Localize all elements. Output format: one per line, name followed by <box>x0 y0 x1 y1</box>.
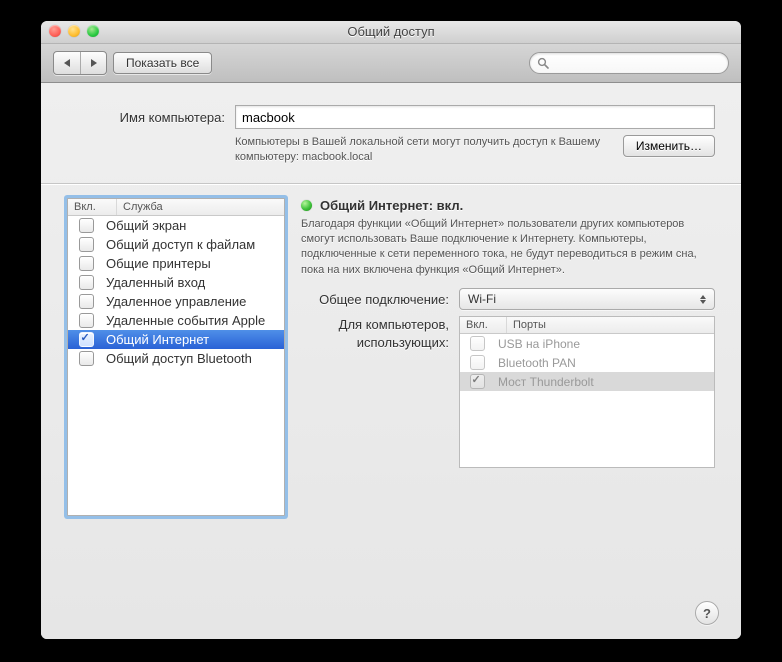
service-checkbox[interactable] <box>79 313 94 328</box>
service-row[interactable]: Общий Интернет <box>68 330 284 349</box>
service-label: Общий Интернет <box>104 332 284 347</box>
traffic-lights <box>49 25 99 37</box>
ports-table[interactable]: Вкл. Порты USB на iPhone Bluetooth PAN Мос… <box>459 316 715 468</box>
services-col-on: Вкл. <box>68 199 117 215</box>
service-checkbox[interactable] <box>79 275 94 290</box>
content: Имя компьютера: Компьютеры в Вашей локал… <box>41 83 741 639</box>
minimize-icon[interactable] <box>68 25 80 37</box>
service-row[interactable]: Удаленное управление <box>68 292 284 311</box>
port-label: Мост Thunderbolt <box>494 375 714 389</box>
prefs-window: Общий доступ Показать все Имя компьютера… <box>41 21 741 639</box>
zoom-icon[interactable] <box>87 25 99 37</box>
service-checkbox[interactable] <box>79 351 94 366</box>
service-row[interactable]: Общий экран <box>68 216 284 235</box>
service-label: Общий экран <box>104 218 284 233</box>
service-row[interactable]: Удаленный вход <box>68 273 284 292</box>
nav-seg <box>53 51 107 75</box>
computer-hint-row: Компьютеры в Вашей локальной сети могут … <box>67 135 715 165</box>
search-wrap <box>529 52 729 74</box>
ports-wrap: Вкл. Порты USB на iPhone Bluetooth PAN Мос… <box>459 316 715 468</box>
service-label: Общий доступ Bluetooth <box>104 351 284 366</box>
port-checkbox[interactable] <box>470 336 485 351</box>
service-label: Удаленные события Apple <box>104 313 284 328</box>
service-label: Удаленный вход <box>104 275 284 290</box>
service-row[interactable]: Удаленные события Apple <box>68 311 284 330</box>
show-all-button[interactable]: Показать все <box>113 52 212 74</box>
detail-description: Благодаря функции «Общий Интернет» польз… <box>301 217 715 279</box>
ports-col-on: Вкл. <box>460 317 507 333</box>
services-col-service: Служба <box>117 199 284 215</box>
ports-body: USB на iPhone Bluetooth PAN Мост Thunderbo… <box>460 334 714 391</box>
share-to-row: Для компьютеров, использующих: Вкл. Порт… <box>301 316 715 468</box>
computer-hint: Компьютеры в Вашей локальной сети могут … <box>235 135 613 165</box>
port-row[interactable]: Мост Thunderbolt <box>460 372 714 391</box>
service-checkbox[interactable] <box>79 237 94 252</box>
chevron-right-icon <box>91 59 97 67</box>
computer-name-label: Имя компьютера: <box>67 110 225 125</box>
computer-name-input[interactable] <box>235 105 715 129</box>
search-input[interactable] <box>529 52 729 74</box>
service-label: Общие принтеры <box>104 256 284 271</box>
forward-button[interactable] <box>80 52 106 74</box>
service-checkbox[interactable] <box>79 332 94 347</box>
port-label: USB на iPhone <box>494 337 714 351</box>
service-label: Удаленное управление <box>104 294 284 309</box>
service-detail: Общий Интернет: вкл. Благодаря функции «… <box>301 198 715 516</box>
share-from-value: Wi-Fi <box>468 292 496 306</box>
close-icon[interactable] <box>49 25 61 37</box>
computer-name-row: Имя компьютера: <box>67 105 715 129</box>
updown-icon <box>696 291 710 307</box>
service-label: Общий доступ к файлам <box>104 237 284 252</box>
port-label: Bluetooth PAN <box>494 356 714 370</box>
detail-title: Общий Интернет: вкл. <box>320 198 463 213</box>
services-table[interactable]: Вкл. Служба Общий экран Общий доступ к фа… <box>67 198 285 516</box>
footer: ? <box>695 601 719 625</box>
edit-button[interactable]: Изменить… <box>623 135 715 157</box>
detail-header: Общий Интернет: вкл. <box>301 198 715 213</box>
service-checkbox[interactable] <box>79 218 94 233</box>
ports-header: Вкл. Порты <box>460 317 714 334</box>
share-from-popup[interactable]: Wi-Fi <box>459 288 715 310</box>
titlebar: Общий доступ <box>41 21 741 44</box>
port-checkbox[interactable] <box>470 374 485 389</box>
chevron-left-icon <box>64 59 70 67</box>
share-from-label: Общее подключение: <box>301 292 449 307</box>
port-checkbox[interactable] <box>470 355 485 370</box>
share-from-row: Общее подключение: Wi-Fi <box>301 288 715 310</box>
port-row[interactable]: USB на iPhone <box>460 334 714 353</box>
service-row[interactable]: Общий доступ к файлам <box>68 235 284 254</box>
ports-col-port: Порты <box>507 317 714 333</box>
main-split: Вкл. Служба Общий экран Общий доступ к фа… <box>67 198 715 516</box>
service-checkbox[interactable] <box>79 294 94 309</box>
back-button[interactable] <box>54 52 80 74</box>
toolbar: Показать все <box>41 44 741 83</box>
help-button[interactable]: ? <box>695 601 719 625</box>
share-to-label: Для компьютеров, использующих: <box>301 316 449 351</box>
services-body: Общий экран Общий доступ к файлам Общие пр… <box>68 216 284 515</box>
services-header: Вкл. Служба <box>68 199 284 216</box>
service-row[interactable]: Общий доступ Bluetooth <box>68 349 284 368</box>
port-row[interactable]: Bluetooth PAN <box>460 353 714 372</box>
search-icon <box>537 57 549 69</box>
service-checkbox[interactable] <box>79 256 94 271</box>
service-row[interactable]: Общие принтеры <box>68 254 284 273</box>
window-title: Общий доступ <box>347 24 434 39</box>
status-on-icon <box>301 200 312 211</box>
divider <box>41 183 741 184</box>
